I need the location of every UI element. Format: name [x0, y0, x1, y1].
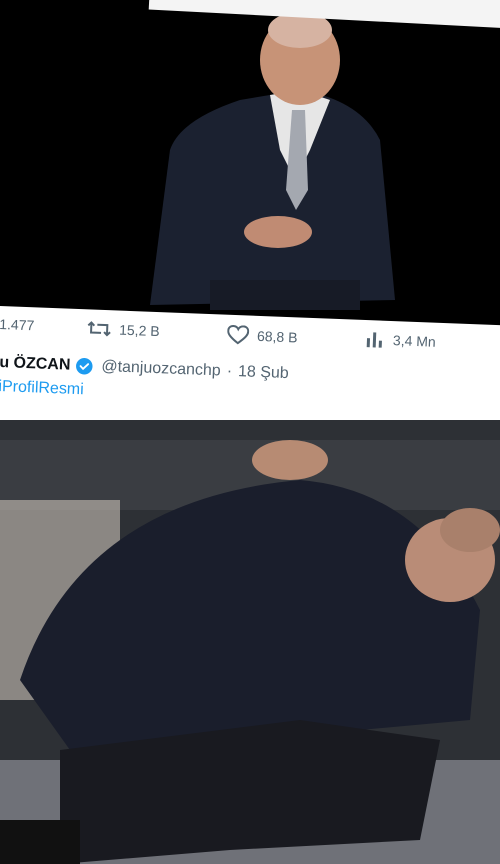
views-icon	[366, 332, 382, 348]
dot-separator: ·	[226, 362, 233, 380]
like-action[interactable]: 68,8 B	[227, 324, 298, 348]
standing-man-illustration	[0, 0, 500, 330]
reply-action[interactable]: 1.477	[0, 316, 35, 333]
heart-icon	[227, 324, 250, 345]
top-tweet-media[interactable]	[0, 0, 500, 330]
bottom-tweet-media[interactable]	[0, 420, 500, 864]
views-count: 3,4 Mn	[392, 332, 437, 350]
hashtag-link[interactable]: iProfilResmi	[0, 378, 84, 399]
retweet-count: 15,2 B	[118, 321, 160, 340]
reply-count: 1.477	[0, 315, 35, 334]
retweet-action[interactable]: 15,2 B	[87, 319, 160, 340]
retweet-icon	[87, 321, 111, 337]
like-count: 68,8 B	[256, 327, 298, 346]
author-handle[interactable]: @tanjuozcanchp	[101, 358, 221, 381]
author-name[interactable]: u ÖZCAN	[0, 354, 71, 375]
views-action[interactable]: 3,4 Mn	[365, 330, 436, 351]
tweet-time[interactable]: 18 Şub	[238, 363, 289, 383]
crouching-man-illustration	[0, 420, 500, 864]
verified-icon	[76, 358, 93, 375]
